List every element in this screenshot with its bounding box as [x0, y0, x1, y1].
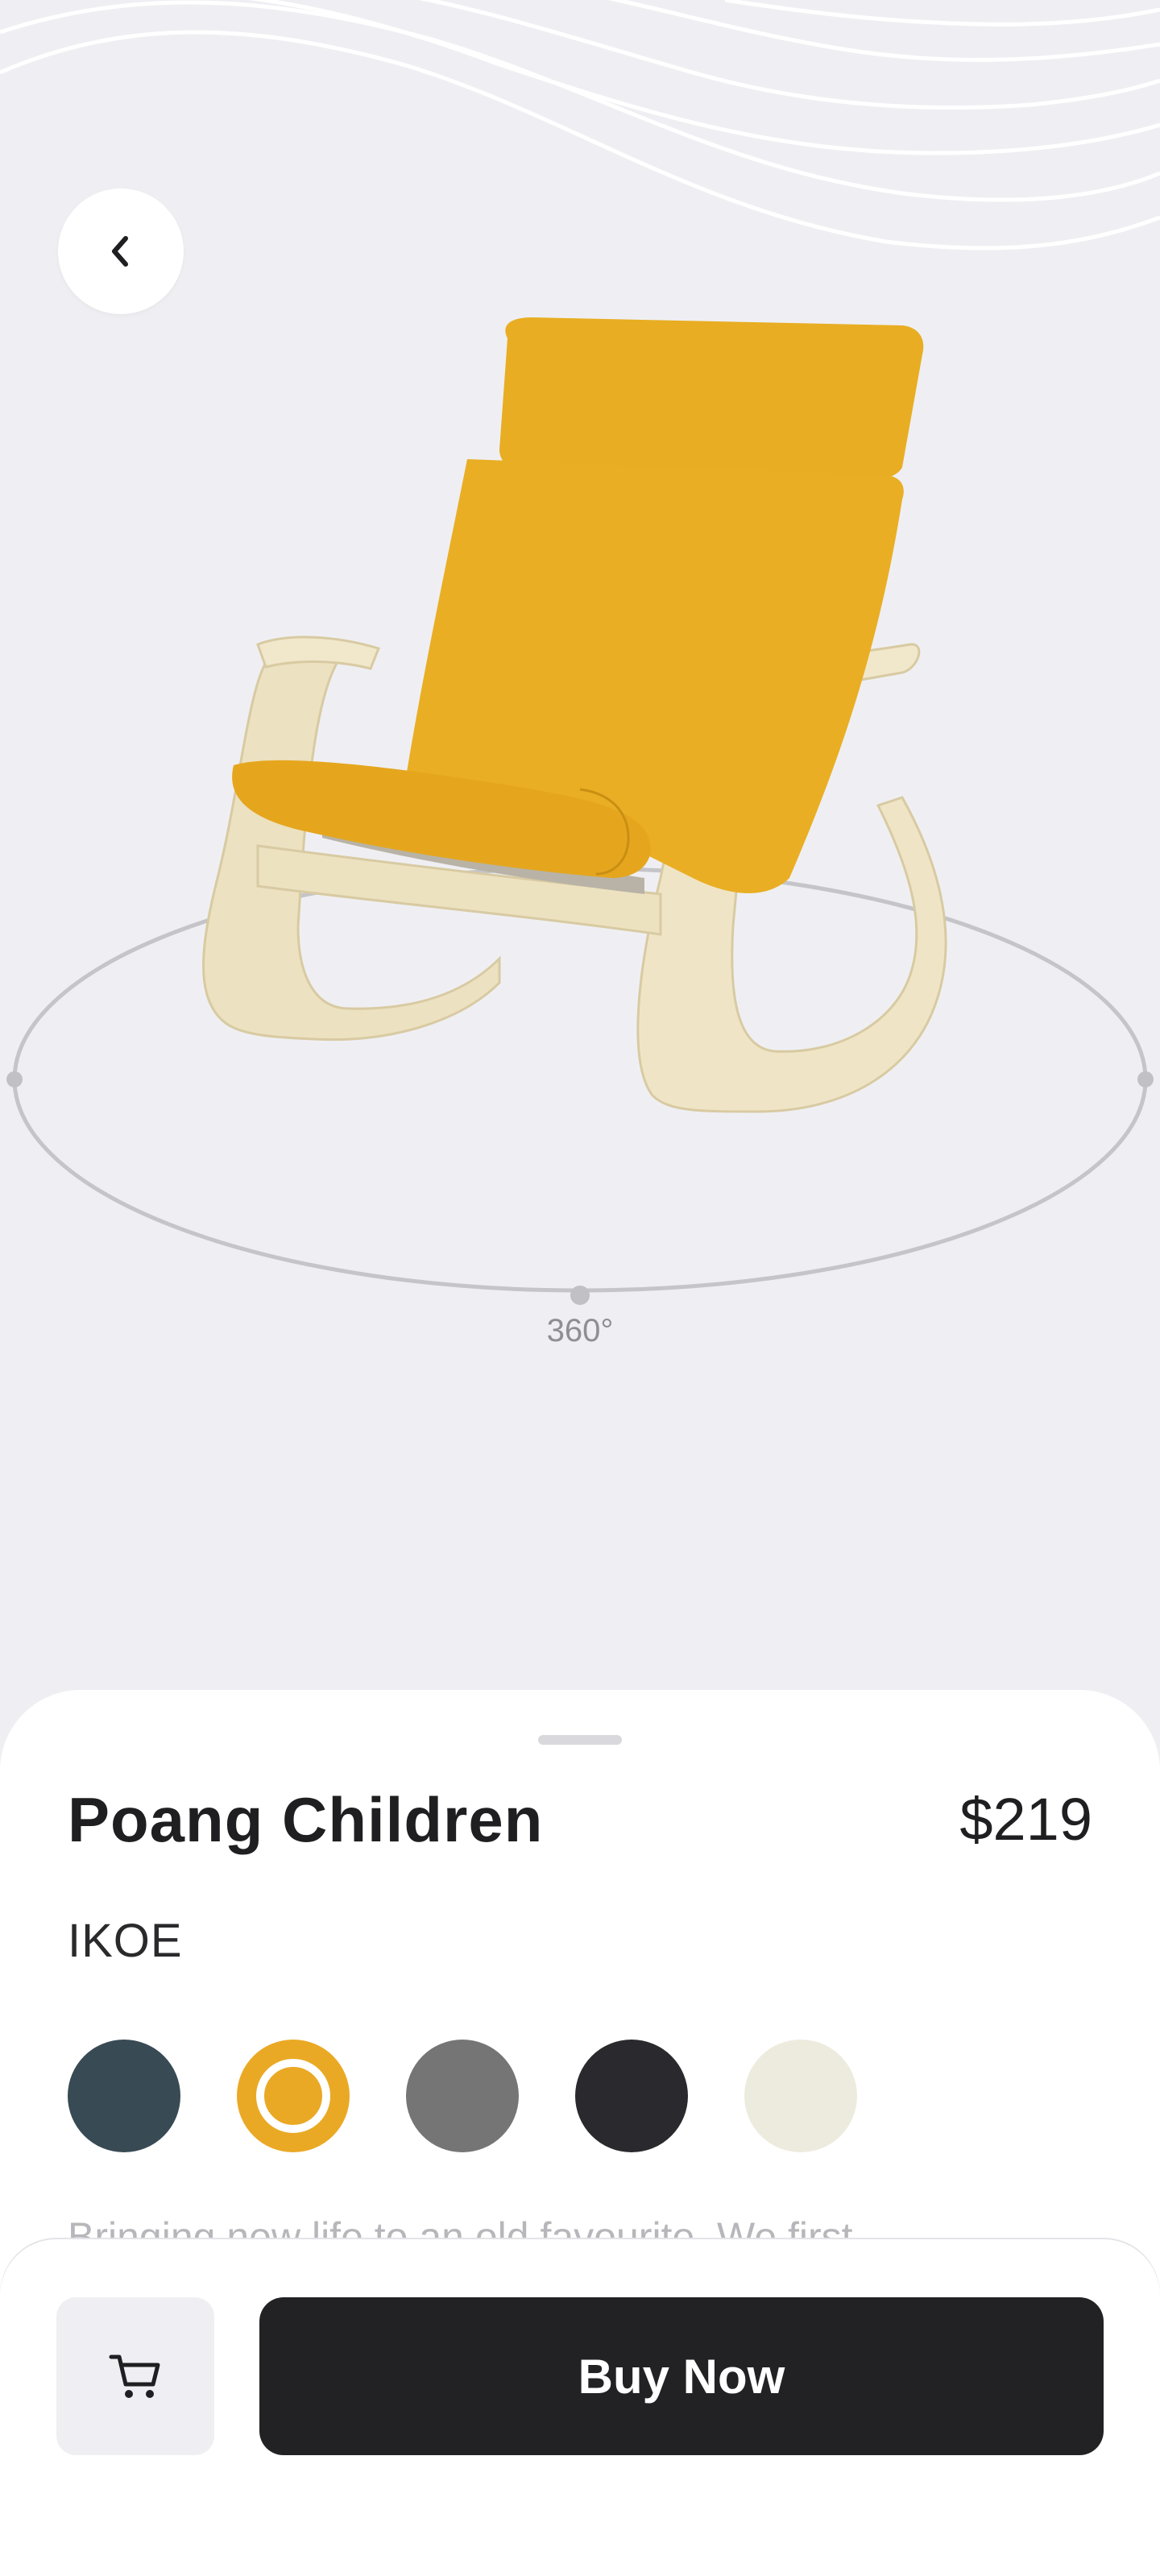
product-title: Poang Children: [68, 1784, 544, 1855]
color-swatches: [68, 2040, 857, 2152]
color-swatch-slate[interactable]: [68, 2040, 180, 2152]
color-swatch-mustard[interactable]: [237, 2040, 350, 2152]
orbit-handle-right[interactable]: [1137, 1071, 1154, 1087]
rotation-label: 360°: [546, 1313, 614, 1348]
selected-ring: [256, 2059, 330, 2133]
buy-now-label: Buy Now: [578, 2349, 785, 2404]
sheet-drag-handle[interactable]: [538, 1735, 622, 1745]
cart-icon: [109, 2354, 160, 2398]
orbit-handle-bottom[interactable]: [570, 1286, 590, 1305]
color-swatch-gray[interactable]: [406, 2040, 519, 2152]
color-swatch-cream[interactable]: [744, 2040, 857, 2152]
color-swatch-charcoal[interactable]: [575, 2040, 688, 2152]
product-brand: IKOE: [68, 1915, 183, 1967]
product-hero: 360°: [0, 0, 1160, 1724]
action-bar: Buy Now: [0, 2239, 1160, 2513]
chevron-left-icon: [112, 236, 128, 267]
add-to-cart-button[interactable]: [56, 2297, 214, 2455]
product-image-chair[interactable]: [177, 314, 967, 1120]
buy-now-button[interactable]: Buy Now: [259, 2297, 1104, 2455]
product-price: $219: [959, 1786, 1092, 1853]
orbit-handle-left[interactable]: [6, 1071, 23, 1087]
back-button[interactable]: [58, 188, 184, 314]
